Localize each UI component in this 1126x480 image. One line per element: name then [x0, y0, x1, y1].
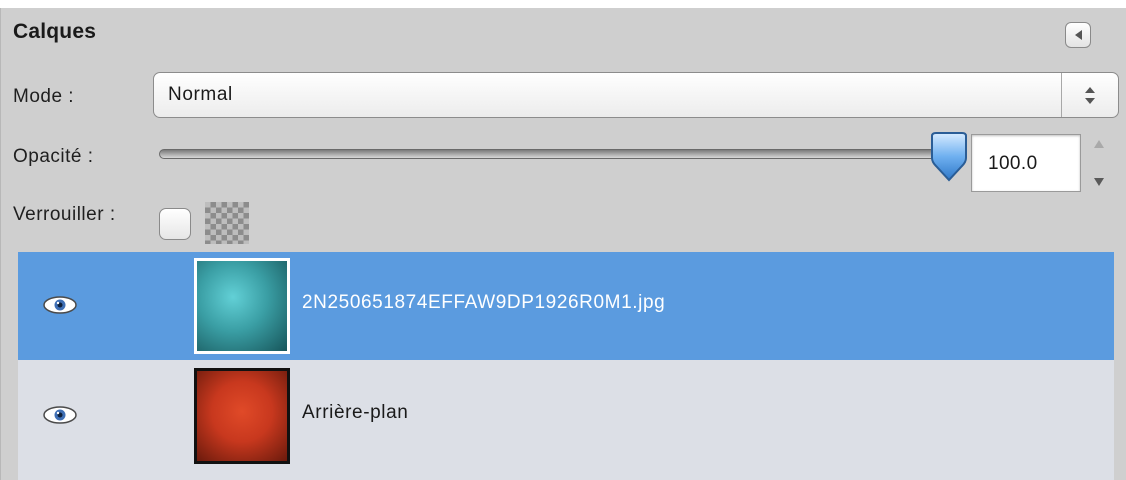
- select-arrows-icon: [1061, 73, 1118, 117]
- layers-list: 2N250651874EFFAW9DP1926R0M1.jpg Arrière-…: [18, 252, 1114, 480]
- lock-alpha-checkbox[interactable]: [205, 202, 249, 244]
- collapse-left-icon: [1074, 30, 1082, 40]
- collapse-panel-button[interactable]: [1065, 22, 1091, 48]
- mode-value: Normal: [168, 84, 233, 105]
- stepper-up-icon[interactable]: [1094, 140, 1104, 148]
- opacity-slider-thumb[interactable]: [926, 132, 972, 184]
- lock-pixels-checkbox[interactable]: [159, 208, 191, 240]
- layer-row[interactable]: 2N250651874EFFAW9DP1926R0M1.jpg: [18, 252, 1114, 360]
- layer-name[interactable]: Arrière-plan: [302, 402, 408, 424]
- visibility-eye-icon[interactable]: [42, 404, 78, 426]
- opacity-input[interactable]: 100.0: [971, 134, 1081, 192]
- lock-label: Verrouiller :: [13, 204, 116, 225]
- opacity-stepper[interactable]: [1089, 140, 1109, 186]
- mode-select[interactable]: Normal: [153, 72, 1119, 118]
- layer-thumbnail: [194, 258, 290, 354]
- opacity-slider-track[interactable]: [159, 149, 959, 159]
- visibility-eye-icon[interactable]: [42, 294, 78, 316]
- mode-label: Mode :: [13, 86, 75, 107]
- panel-title: Calques: [13, 20, 97, 43]
- layer-row[interactable]: Arrière-plan: [18, 362, 1114, 470]
- opacity-label: Opacité :: [13, 146, 94, 167]
- layer-thumbnail: [194, 368, 290, 464]
- stepper-down-icon[interactable]: [1094, 178, 1104, 186]
- layer-name[interactable]: 2N250651874EFFAW9DP1926R0M1.jpg: [302, 292, 665, 314]
- opacity-value: 100.0: [988, 153, 1038, 174]
